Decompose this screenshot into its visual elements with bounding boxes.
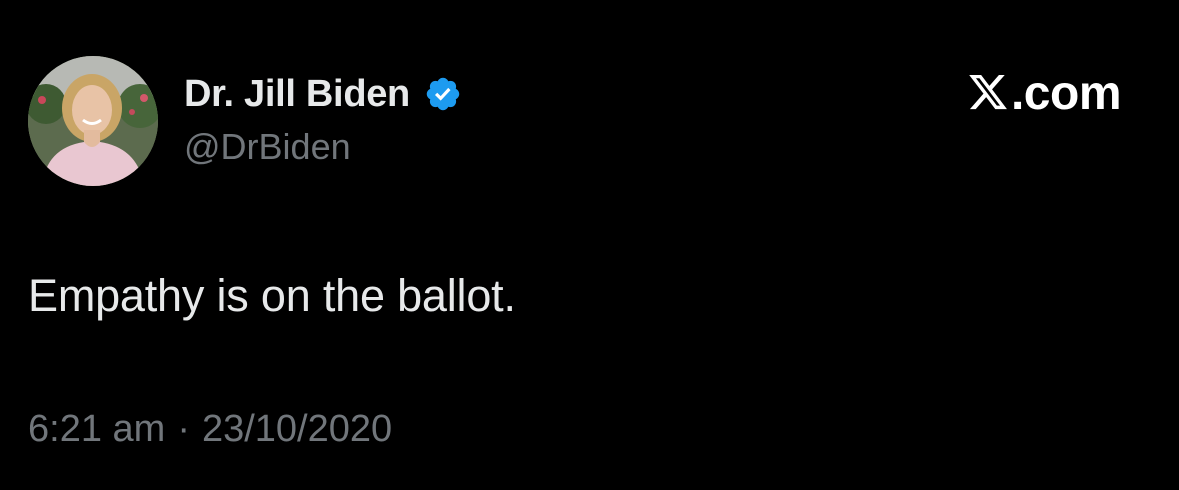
avatar[interactable] — [28, 56, 158, 186]
brand-label: .com — [1010, 67, 1122, 120]
author-display-name[interactable]: Dr. Jill Biden — [184, 73, 410, 116]
tweet-text: Empathy is on the ballot. — [28, 270, 516, 321]
author-handle[interactable]: @DrBiden — [184, 126, 784, 168]
verified-badge-icon — [424, 75, 462, 113]
tweet-meta: 6:21 am · 23/10/2020 — [28, 408, 392, 451]
author-name-row: Dr. Jill Biden — [184, 70, 784, 118]
author-block: Dr. Jill Biden @DrBiden — [184, 70, 784, 168]
tweet-date[interactable]: 23/10/2020 — [202, 408, 392, 451]
x-logo-icon — [967, 70, 1009, 112]
meta-separator: · — [177, 408, 190, 450]
tweet-card: Dr. Jill Biden @DrBiden .com Empathy is … — [0, 0, 1179, 490]
brand-watermark: .com — [967, 66, 1122, 121]
tweet-time[interactable]: 6:21 am — [28, 408, 165, 451]
avatar-photo — [28, 56, 158, 186]
